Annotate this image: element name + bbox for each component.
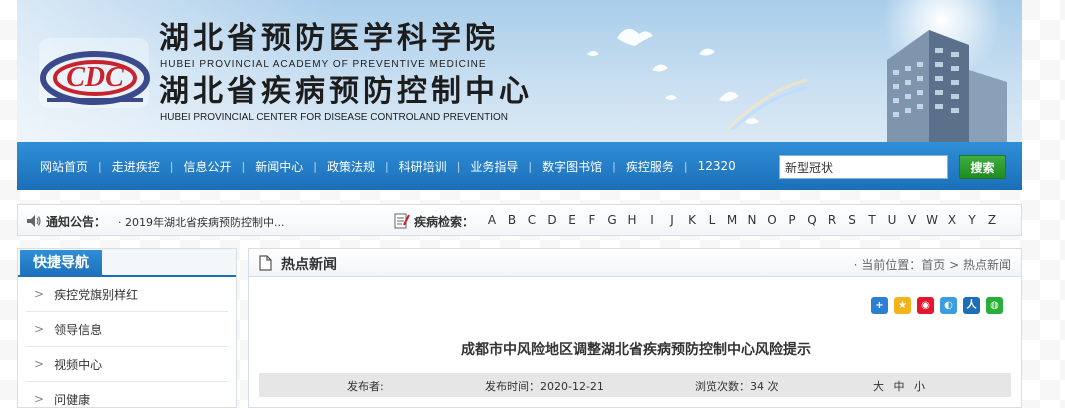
letter-link[interactable]: M (722, 213, 742, 227)
letter-link[interactable]: Y (962, 213, 982, 227)
site-banner: CDC 湖北省预防医学科学院 HUBEI PROVINCIAL ACADEMY … (17, 0, 1022, 142)
letter-link[interactable]: L (702, 213, 722, 227)
letter-link[interactable]: F (582, 213, 602, 227)
letter-link[interactable]: G (602, 213, 622, 227)
disease-search-label: 疾病检索： (414, 215, 475, 229)
letter-link[interactable]: N (742, 213, 762, 227)
letter-link[interactable]: I (642, 213, 662, 227)
letter-link[interactable]: X (942, 213, 962, 227)
nav-guidance[interactable]: 业务指导 (460, 158, 528, 175)
letter-link[interactable]: T (862, 213, 882, 227)
letter-link[interactable]: O (762, 213, 782, 227)
chevron-right-icon: > (34, 322, 45, 336)
academy-title-en: HUBEI PROVINCIAL ACADEMY OF PREVENTIVE M… (160, 59, 487, 70)
news-panel: 热点新闻 · 当前位置：首页 > 热点新闻 + ★ ◉ ◐ 人 ◍ 成都市中风险… (248, 248, 1022, 408)
nav-12320[interactable]: 12320 (688, 159, 746, 173)
main-nav: 网站首页 | 走进疾控 | 信息公开 | 新闻中心 | 政策法规 | 科研培训 … (17, 142, 1022, 190)
sidebar-item-leaders[interactable]: > 领导信息 (26, 312, 228, 347)
cdc-logo-icon: CDC (39, 38, 150, 108)
sidebar-item-video[interactable]: > 视频中心 (26, 347, 228, 382)
sidebar-title: 快捷导航 (20, 250, 102, 277)
letter-link[interactable]: Z (982, 213, 1002, 227)
nav-news[interactable]: 新闻中心 (245, 158, 313, 175)
view-count: 浏览次数：34 次 (695, 380, 779, 393)
chevron-right-icon: > (34, 287, 45, 301)
share-bar: + ★ ◉ ◐ 人 ◍ (865, 297, 1003, 314)
nav-about[interactable]: 走进疾控 (102, 158, 170, 175)
building-illustration (887, 30, 1007, 142)
tencent-weibo-icon[interactable]: ◐ (940, 297, 957, 314)
cdc-title: 湖北省疾病预防控制中心 (159, 74, 533, 109)
search-button[interactable]: 搜索 (959, 155, 1006, 179)
breadcrumb-current[interactable]: 热点新闻 (963, 258, 1011, 272)
speaker-icon (27, 215, 41, 227)
cdc-title-en: HUBEI PROVINCIAL CENTER FOR DISEASE CONT… (160, 112, 509, 123)
letter-link[interactable]: R (822, 213, 842, 227)
svg-text:CDC: CDC (66, 62, 124, 93)
nav-library[interactable]: 数字图书馆 (532, 158, 612, 175)
letter-link[interactable]: D (542, 213, 562, 227)
wechat-icon[interactable]: ◍ (986, 297, 1003, 314)
letter-link[interactable]: E (562, 213, 582, 227)
search-list-icon (394, 213, 410, 229)
doves-decoration (587, 28, 807, 130)
breadcrumb-home[interactable]: 首页 (921, 258, 945, 272)
renren-icon[interactable]: 人 (963, 297, 980, 314)
letter-link[interactable]: Q (802, 213, 822, 227)
font-size-large[interactable]: 大 (873, 380, 884, 393)
breadcrumb: · 当前位置：首页 > 热点新闻 (854, 256, 1011, 273)
font-size-controls: 大 中 小 (873, 378, 931, 394)
nav-info-disclosure[interactable]: 信息公开 (173, 158, 241, 175)
sidebar-item-health-qa[interactable]: > 问健康 (26, 382, 228, 408)
quick-nav-sidebar: 快捷导航 > 疾控党旗别样红 > 领导信息 > 视频中心 > 问健康 (17, 248, 237, 408)
sidebar-item-label: 视频中心 (54, 357, 103, 372)
nav-menu: 网站首页 | 走进疾控 | 信息公开 | 新闻中心 | 政策法规 | 科研培训 … (17, 142, 746, 190)
notice-link[interactable]: · 2019年湖北省疾病预防控制中... (118, 214, 284, 230)
letter-link[interactable]: H (622, 213, 642, 227)
search-input[interactable] (779, 155, 948, 179)
qzone-icon[interactable]: ★ (894, 297, 911, 314)
letter-link[interactable]: W (922, 213, 942, 227)
plus-share-icon[interactable]: + (871, 297, 888, 314)
letter-link[interactable]: U (882, 213, 902, 227)
notice-label: 通知公告： (46, 215, 107, 229)
nav-policy[interactable]: 政策法规 (317, 158, 385, 175)
document-icon (259, 255, 272, 271)
font-size-small[interactable]: 小 (914, 380, 925, 393)
letter-link[interactable]: K (682, 213, 702, 227)
letter-link[interactable]: S (842, 213, 862, 227)
panel-header: 热点新闻 · 当前位置：首页 > 热点新闻 (249, 249, 1021, 277)
breadcrumb-separator: > (949, 258, 960, 272)
sidebar-item-party[interactable]: > 疾控党旗别样红 (26, 277, 228, 312)
letter-link[interactable]: V (902, 213, 922, 227)
letter-link[interactable]: A (482, 213, 502, 227)
letter-link[interactable]: P (782, 213, 802, 227)
sidebar-item-label: 领导信息 (54, 322, 103, 337)
font-size-medium[interactable]: 中 (894, 380, 905, 393)
breadcrumb-prefix: · 当前位置： (853, 258, 922, 272)
chevron-right-icon: > (34, 357, 45, 371)
notice-bar: 通知公告： · 2019年湖北省疾病预防控制中... 疾病检索： A B C D… (17, 204, 1022, 236)
chevron-right-icon: > (34, 392, 45, 406)
panel-title: 热点新闻 (281, 257, 337, 273)
nav-research[interactable]: 科研培训 (389, 158, 457, 175)
publisher: 发布者: (347, 380, 384, 393)
letter-index: A B C D E F G H I J K L M N O P Q R S T … (482, 213, 1002, 227)
letter-link[interactable]: C (522, 213, 542, 227)
publish-date: 发布时间：2020-12-21 (485, 380, 604, 393)
article-title: 成都市中风险地区调整湖北省疾病预防控制中心风险提示 (461, 342, 811, 358)
nav-home[interactable]: 网站首页 (30, 158, 98, 175)
sidebar-header: 快捷导航 (18, 249, 236, 277)
cdc-logo[interactable]: CDC (29, 26, 159, 118)
sidebar-item-label: 问健康 (54, 392, 91, 407)
nav-services[interactable]: 疾控服务 (616, 158, 684, 175)
weibo-icon[interactable]: ◉ (917, 297, 934, 314)
academy-title: 湖北省预防医学科学院 (159, 21, 499, 56)
letter-link[interactable]: B (502, 213, 522, 227)
sidebar-item-label: 疾控党旗别样红 (54, 287, 139, 302)
letter-link[interactable]: J (662, 213, 682, 227)
article-meta: 发布者: 发布时间：2020-12-21 浏览次数：34 次 大 中 小 (259, 373, 1011, 397)
